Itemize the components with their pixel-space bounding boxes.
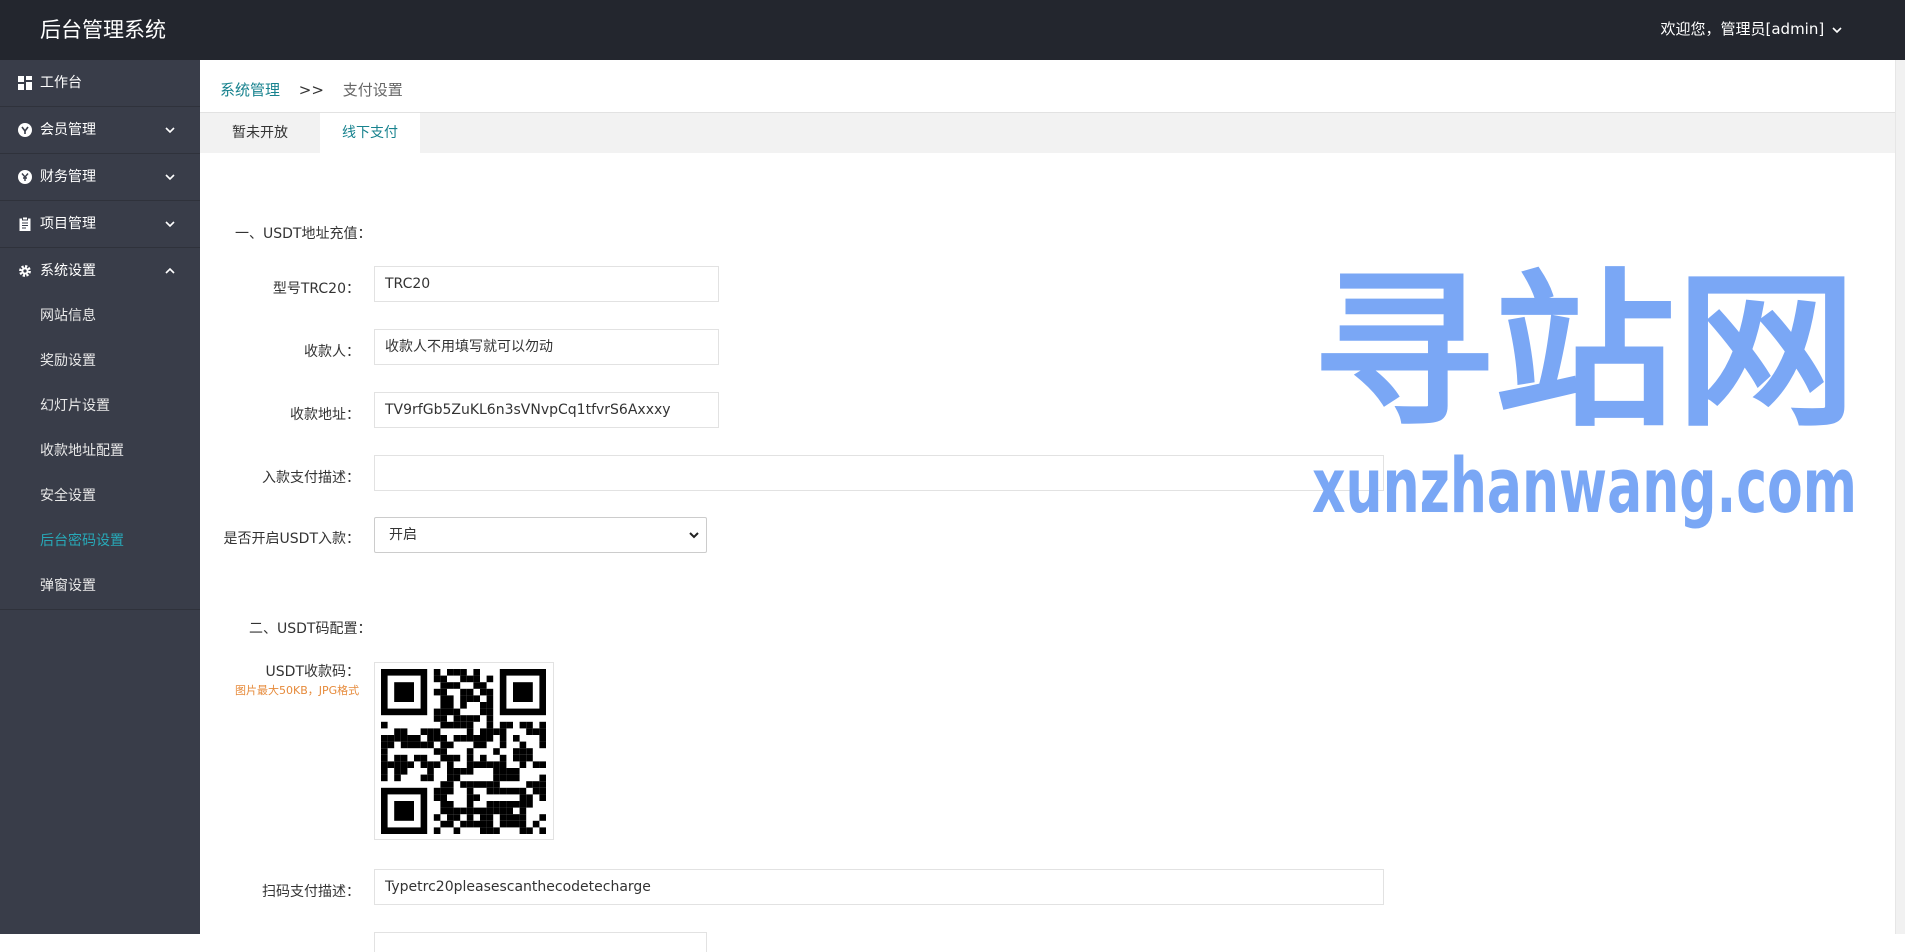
- sidebar-item-label: 会员管理: [40, 122, 96, 138]
- watermark-logo: 寻站网 xunzhanwang.com: [1312, 260, 1857, 530]
- deposit-desc-input[interactable]: [374, 455, 1384, 491]
- sidebar-subitem-site-info[interactable]: 网站信息: [0, 294, 200, 339]
- user-menu[interactable]: 欢迎您，管理员[admin]: [1661, 19, 1844, 39]
- sidebar: 工作台 会员管理 财务管理 项目管理 系统设置 网站信息 奖励设置 幻灯片设置: [0, 60, 200, 934]
- user-greeting: 欢迎您，管理员[admin]: [1660, 20, 1825, 38]
- scan-desc-label: 扫码支付描述：: [262, 884, 360, 900]
- qr-hint: 图片最大50KB，JPG格式: [235, 684, 360, 697]
- enable-usdt-value: 开启: [389, 527, 417, 543]
- chevron-down-icon: [689, 532, 699, 539]
- breadcrumb-current: 支付设置: [342, 81, 403, 99]
- sidebar-divider: [0, 609, 200, 610]
- sidebar-item-workbench[interactable]: 工作台: [0, 60, 200, 107]
- clipboard-icon: [19, 217, 31, 231]
- main-content: 系统管理 >> 支付设置 暂未开放 线下支付 一、USDT地址充值： 型号TRC…: [200, 60, 1896, 952]
- sidebar-item-label: 财务管理: [40, 169, 96, 185]
- chevron-down-icon: [165, 127, 175, 134]
- sidebar-subitem-popup[interactable]: 弹窗设置: [0, 564, 200, 609]
- section-usdt-address-title: 一、USDT地址充值：: [235, 226, 372, 242]
- enable-usdt-label: 是否开启USDT入款：: [223, 531, 360, 547]
- enable-usdt-select[interactable]: 开启: [374, 517, 707, 553]
- section-usdt-qr-title: 二、USDT码配置：: [249, 621, 372, 637]
- qr-label: USDT收款码：: [265, 664, 360, 680]
- gear-icon: [19, 265, 31, 277]
- address-label: 收款地址：: [290, 407, 360, 423]
- chevron-down-icon: [165, 174, 175, 181]
- sidebar-item-finance[interactable]: 财务管理: [0, 154, 200, 201]
- model-label: 型号TRC20：: [272, 281, 360, 297]
- sidebar-item-label: 系统设置: [40, 263, 96, 279]
- qr-code-image: [381, 669, 546, 834]
- payee-label: 收款人：: [304, 344, 360, 360]
- tab-bar: 暂未开放 线下支付: [200, 112, 1896, 154]
- dashboard-icon: [18, 76, 32, 90]
- breadcrumb-link-system[interactable]: 系统管理: [220, 81, 280, 99]
- model-input[interactable]: TRC20: [374, 266, 719, 302]
- sidebar-item-projects[interactable]: 项目管理: [0, 201, 200, 248]
- tab-offline-payment[interactable]: 线下支付: [320, 113, 420, 154]
- breadcrumb-separator: >>: [298, 81, 324, 99]
- address-input[interactable]: TV9rfGb5ZuKL6n3sVNvpCq1tfvrS6Axxxy: [374, 392, 719, 428]
- deposit-desc-label: 入款支付描述：: [262, 470, 360, 486]
- member-icon: [18, 123, 32, 137]
- watermark-title: 寻站网: [1312, 260, 1857, 450]
- sidebar-item-label: 项目管理: [40, 216, 96, 232]
- chevron-down-icon: [1832, 26, 1842, 33]
- top-bar: 后台管理系统 欢迎您，管理员[admin]: [0, 0, 1905, 60]
- next-field-partial[interactable]: [374, 932, 707, 952]
- app-brand: 后台管理系统: [40, 18, 166, 42]
- sidebar-item-label: 工作台: [40, 75, 82, 91]
- watermark-url: xunzhanwang.com: [1312, 441, 1857, 530]
- qr-code-upload[interactable]: [374, 662, 554, 840]
- chevron-up-icon: [165, 267, 175, 274]
- chevron-down-icon: [165, 221, 175, 228]
- scan-desc-input[interactable]: Typetrc20pleasescanthecodetecharge: [374, 869, 1384, 905]
- tab-not-open[interactable]: 暂未开放: [200, 113, 320, 153]
- sidebar-item-members[interactable]: 会员管理: [0, 107, 200, 154]
- breadcrumb: 系统管理 >> 支付设置: [220, 80, 403, 100]
- yen-icon: [18, 170, 32, 184]
- payee-input[interactable]: 收款人不用填写就可以勿动: [374, 329, 719, 365]
- page-scrollbar[interactable]: [1895, 60, 1905, 934]
